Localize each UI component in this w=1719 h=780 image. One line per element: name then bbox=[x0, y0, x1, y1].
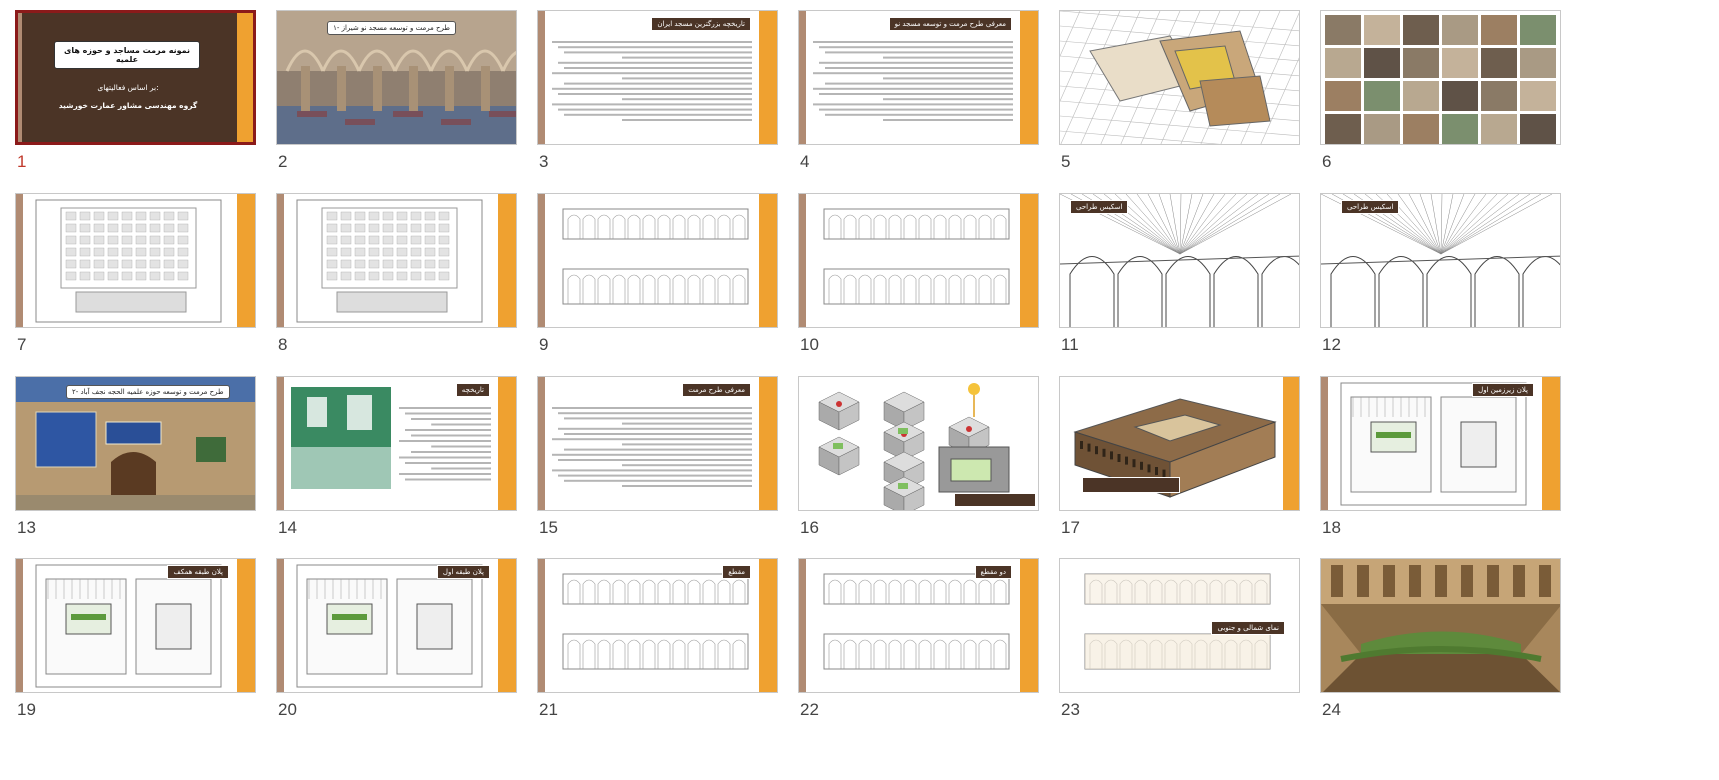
slide-number: 24 bbox=[1322, 700, 1341, 719]
slide-number: 20 bbox=[278, 700, 297, 719]
slide-title-tag: ۱- طرح مرمت و توسعه مسجد نو شیراز bbox=[327, 21, 456, 35]
slide-thumbnail-cell: پلان طبقه همکف 19 bbox=[15, 558, 256, 740]
slide-number: 13 bbox=[17, 518, 36, 537]
slide-sorter-grid: نمونه مرمت مساجد و حوزه های علمیه بر اساس… bbox=[0, 0, 1719, 780]
slide-thumbnail-cell: ۱- طرح مرمت و توسعه مسجد نو شیراز 2 bbox=[276, 10, 517, 192]
slide-thumbnail-13[interactable]: ۲- طرح مرمت و توسعه حوزه علمیه الحجه نجف… bbox=[15, 376, 256, 511]
slide-thumbnail-cell: 17 bbox=[1059, 376, 1300, 558]
slide-thumbnail-4[interactable]: معرفی طرح مرمت و توسعه مسجد نو bbox=[798, 10, 1039, 145]
slide-thumbnail-cell: تاریخچه بزرگترین مسجد ایران 3 bbox=[537, 10, 778, 192]
slide-number: 16 bbox=[800, 518, 819, 537]
slide-thumbnail-19[interactable]: پلان طبقه همکف bbox=[15, 558, 256, 693]
slide-number: 17 bbox=[1061, 518, 1080, 537]
slide-number: 2 bbox=[278, 152, 288, 171]
slide-thumbnail-cell: 8 bbox=[276, 193, 517, 375]
slide-subtitle-line-1: بر اساس فعالیتهای: bbox=[97, 83, 159, 92]
slide-title-tag: مقطع bbox=[722, 565, 751, 579]
slide-title-tag: پلان طبقه اول bbox=[436, 565, 490, 579]
slide-caption bbox=[1082, 477, 1180, 493]
slide-title-tag: نمای شمالی و جنوبی bbox=[1211, 621, 1285, 635]
slide-number: 15 bbox=[539, 518, 558, 537]
slide-number: 10 bbox=[800, 335, 819, 354]
slide-thumbnail-cell: دو مقطع 22 bbox=[798, 558, 1039, 740]
slide-thumbnail-cell: ۲- طرح مرمت و توسعه حوزه علمیه الحجه نجف… bbox=[15, 376, 256, 558]
slide-thumbnail-cell: پلان زیرزمین اول 18 bbox=[1320, 376, 1561, 558]
slide-thumbnail-3[interactable]: تاریخچه بزرگترین مسجد ایران bbox=[537, 10, 778, 145]
slide-thumbnail-cell: تاریخچه 14 bbox=[276, 376, 517, 558]
slide-caption bbox=[954, 493, 1036, 507]
slide-thumbnail-7[interactable] bbox=[15, 193, 256, 328]
slide-title-tag: دو مقطع bbox=[974, 565, 1012, 579]
slide-thumbnail-cell: 5 bbox=[1059, 10, 1300, 192]
slide-number: 5 bbox=[1061, 152, 1071, 171]
slide-thumbnail-cell: مقطع 21 bbox=[537, 558, 778, 740]
slide-thumbnail-cell: معرفی طرح مرمت و توسعه مسجد نو 4 bbox=[798, 10, 1039, 192]
slide-title-tag: تاریخچه bbox=[455, 383, 490, 397]
slide-title-tag: اسکیس طراحی bbox=[1070, 200, 1129, 214]
slide-thumbnail-17[interactable] bbox=[1059, 376, 1300, 511]
slide-thumbnail-cell: 6 bbox=[1320, 10, 1561, 192]
slide-thumbnail-1[interactable]: نمونه مرمت مساجد و حوزه های علمیه بر اساس… bbox=[15, 10, 256, 145]
slide-title-tag: ۲- طرح مرمت و توسعه حوزه علمیه الحجه نجف… bbox=[66, 385, 230, 399]
slide-title-tag: پلان زیرزمین اول bbox=[1472, 383, 1534, 397]
slide-subtitle-line-2: گروه مهندسی مشاور عمارت خورشید bbox=[58, 101, 198, 110]
slide-number: 1 bbox=[17, 152, 27, 171]
slide-number: 3 bbox=[539, 152, 549, 171]
slide-number: 18 bbox=[1322, 518, 1341, 537]
slide-number: 14 bbox=[278, 518, 297, 537]
slide-right-strip bbox=[237, 13, 253, 142]
slide-thumbnail-24[interactable] bbox=[1320, 558, 1561, 693]
slide-thumbnail-11[interactable]: اسکیس طراحی bbox=[1059, 193, 1300, 328]
slide-title-tag: پلان طبقه همکف bbox=[167, 565, 229, 579]
slide-number: 11 bbox=[1061, 335, 1079, 354]
slide-thumbnail-23[interactable]: نمای شمالی و جنوبی bbox=[1059, 558, 1300, 693]
slide-title-box: نمونه مرمت مساجد و حوزه های علمیه bbox=[54, 41, 200, 69]
slide-number: 19 bbox=[17, 700, 36, 719]
slide-number: 4 bbox=[800, 152, 810, 171]
slide-thumbnail-14[interactable]: تاریخچه bbox=[276, 376, 517, 511]
slide-left-strip bbox=[18, 13, 22, 142]
slide-thumbnail-cell: اسکیس طراحی 11 bbox=[1059, 193, 1300, 375]
slide-thumbnail-cell: 9 bbox=[537, 193, 778, 375]
slide-number: 9 bbox=[539, 335, 549, 354]
slide-thumbnail-18[interactable]: پلان زیرزمین اول bbox=[1320, 376, 1561, 511]
slide-thumbnail-16[interactable] bbox=[798, 376, 1039, 511]
slide-thumbnail-cell: معرفی طرح مرمت 15 bbox=[537, 376, 778, 558]
slide-number: 23 bbox=[1061, 700, 1080, 719]
slide-thumbnail-21[interactable]: مقطع bbox=[537, 558, 778, 693]
slide-title-tag: اسکیس طراحی bbox=[1341, 200, 1400, 214]
slide-number: 8 bbox=[278, 335, 288, 354]
slide-number: 21 bbox=[539, 700, 558, 719]
slide-number: 6 bbox=[1322, 152, 1332, 171]
slide-number: 7 bbox=[17, 335, 27, 354]
slide-thumbnail-cell: 10 bbox=[798, 193, 1039, 375]
slide-thumbnail-cell: پلان طبقه اول 20 bbox=[276, 558, 517, 740]
slide-thumbnail-10[interactable] bbox=[798, 193, 1039, 328]
slide-thumbnail-22[interactable]: دو مقطع bbox=[798, 558, 1039, 693]
slide-thumbnail-15[interactable]: معرفی طرح مرمت bbox=[537, 376, 778, 511]
slide-thumbnail-cell: 7 bbox=[15, 193, 256, 375]
slide-thumbnail-cell: 24 bbox=[1320, 558, 1561, 740]
slide-thumbnail-6[interactable] bbox=[1320, 10, 1561, 145]
slide-thumbnail-20[interactable]: پلان طبقه اول bbox=[276, 558, 517, 693]
slide-thumbnail-9[interactable] bbox=[537, 193, 778, 328]
slide-thumbnail-cell: 16 bbox=[798, 376, 1039, 558]
slide-thumbnail-5[interactable] bbox=[1059, 10, 1300, 145]
slide-title-tag: معرفی طرح مرمت bbox=[682, 383, 751, 397]
slide-thumbnail-cell: نمای شمالی و جنوبی 23 bbox=[1059, 558, 1300, 740]
slide-title-tag: تاریخچه بزرگترین مسجد ایران bbox=[651, 17, 751, 31]
slide-thumbnail-8[interactable] bbox=[276, 193, 517, 328]
slide-thumbnail-12[interactable]: اسکیس طراحی bbox=[1320, 193, 1561, 328]
slide-thumbnail-cell: اسکیس طراحی 12 bbox=[1320, 193, 1561, 375]
slide-thumbnail-cell: نمونه مرمت مساجد و حوزه های علمیه بر اساس… bbox=[15, 10, 256, 192]
slide-thumbnail-2[interactable]: ۱- طرح مرمت و توسعه مسجد نو شیراز bbox=[276, 10, 517, 145]
slide-number: 22 bbox=[800, 700, 819, 719]
slide-number: 12 bbox=[1322, 335, 1341, 354]
slide-title-tag: معرفی طرح مرمت و توسعه مسجد نو bbox=[888, 17, 1012, 31]
